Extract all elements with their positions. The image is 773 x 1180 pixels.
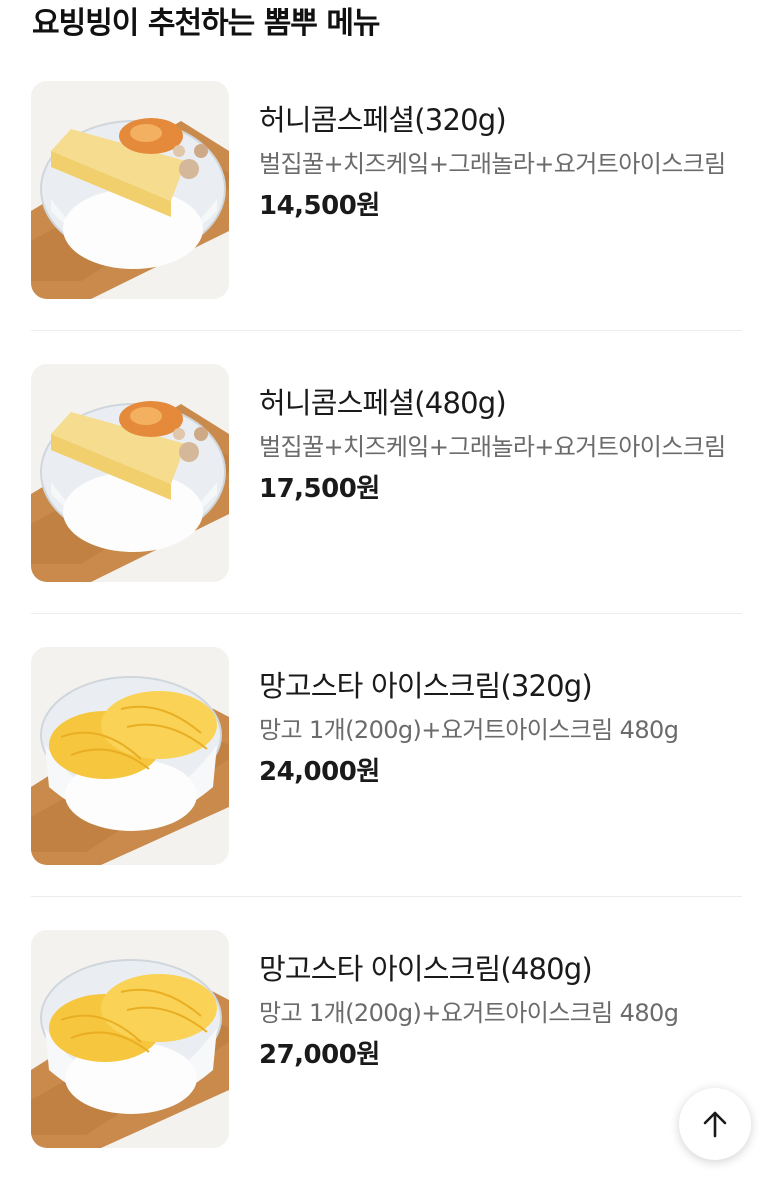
menu-item[interactable]: 망고스타 아이스크림(320g) 망고 1개(200g)+요거트아이스크림 48… <box>0 614 773 897</box>
honeycomb-cheesecake-yogurt-bowl-icon <box>31 81 229 299</box>
menu-item-description: 벌집꿀+치즈케잌+그래놀라+요거트아이스크림 <box>259 150 726 178</box>
mango-star-image[interactable] <box>31 647 229 865</box>
menu-item-info: 허니콤스페셜(320g) 벌집꿀+치즈케잌+그래놀라+요거트아이스크림 14,5… <box>259 100 739 226</box>
menu-item-name: 허니콤스페셜(320g) <box>259 103 507 137</box>
menu-item-price: 14,500원 <box>259 191 380 221</box>
menu-item-description: 벌집꿀+치즈케잌+그래놀라+요거트아이스크림 <box>259 433 726 461</box>
menu-item-info: 망고스타 아이스크림(480g) 망고 1개(200g)+요거트아이스크림 48… <box>259 949 739 1075</box>
menu-item-name: 망고스타 아이스크림(480g) <box>259 952 593 986</box>
menu-item[interactable]: 망고스타 아이스크림(480g) 망고 1개(200g)+요거트아이스크림 48… <box>0 897 773 1180</box>
honeycomb-special-image[interactable] <box>31 81 229 299</box>
menu-item-description: 망고 1개(200g)+요거트아이스크림 480g <box>259 999 679 1027</box>
honeycomb-cheesecake-yogurt-bowl-icon <box>31 364 229 582</box>
honeycomb-special-image[interactable] <box>31 364 229 582</box>
menu-item-price: 27,000원 <box>259 1040 380 1070</box>
menu-item-name: 허니콤스페셜(480g) <box>259 386 507 420</box>
menu-item-price: 17,500원 <box>259 474 380 504</box>
arrow-up-icon <box>703 1111 727 1138</box>
mango-yogurt-bowl-icon <box>31 647 229 865</box>
menu-item-price: 24,000원 <box>259 757 380 787</box>
menu-item[interactable]: 허니콤스페셜(480g) 벌집꿀+치즈케잌+그래놀라+요거트아이스크림 17,5… <box>0 331 773 614</box>
mango-yogurt-bowl-icon <box>31 930 229 1148</box>
mango-star-image[interactable] <box>31 930 229 1148</box>
menu-item-description: 망고 1개(200g)+요거트아이스크림 480g <box>259 716 679 744</box>
menu-list: 허니콤스페셜(320g) 벌집꿀+치즈케잌+그래놀라+요거트아이스크림 14,5… <box>0 48 773 1180</box>
menu-item-name: 망고스타 아이스크림(320g) <box>259 669 593 703</box>
menu-item-info: 허니콤스페셜(480g) 벌집꿀+치즈케잌+그래놀라+요거트아이스크림 17,5… <box>259 383 739 509</box>
scroll-to-top-button[interactable] <box>679 1088 751 1160</box>
section-title: 요빙빙이 추천하는 뽐뿌 메뉴 <box>32 6 381 41</box>
menu-item-info: 망고스타 아이스크림(320g) 망고 1개(200g)+요거트아이스크림 48… <box>259 666 739 792</box>
menu-item[interactable]: 허니콤스페셜(320g) 벌집꿀+치즈케잌+그래놀라+요거트아이스크림 14,5… <box>0 48 773 331</box>
